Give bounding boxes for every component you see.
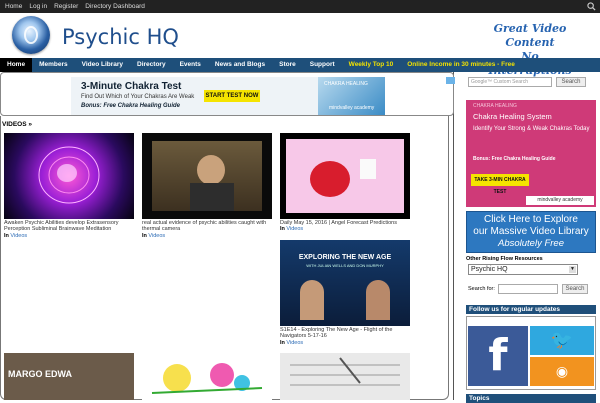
ad-brand: mindvalley academy <box>329 105 375 111</box>
video-card[interactable] <box>280 353 410 400</box>
main-nav: Home Members Video Library Directory Eve… <box>0 58 600 72</box>
video-card[interactable]: EXPLORING THE NEW AGE WITH JULIAN WELLS … <box>280 240 410 346</box>
cartoon-image <box>151 363 263 394</box>
video-thumbnail[interactable] <box>280 133 410 219</box>
nav-item-home[interactable]: Home <box>0 58 33 72</box>
ad2-line2: our Massive Video Library <box>473 226 589 237</box>
rss-icon[interactable]: ◉ <box>530 357 594 386</box>
ad-subtitle: Find Out Which of Your Chakras Are Weak <box>81 94 195 100</box>
search-for-button[interactable]: Search <box>562 284 588 294</box>
nav-item-news-blogs[interactable]: News and Blogs <box>208 58 272 72</box>
custom-search-button[interactable]: Search <box>556 77 586 87</box>
host-right-image <box>366 280 390 320</box>
in-label: In <box>280 339 285 346</box>
video-card[interactable] <box>142 353 272 400</box>
videos-heading[interactable]: VIDEOS » <box>2 121 32 128</box>
brain-image <box>38 146 100 204</box>
search-for-input[interactable] <box>498 284 558 294</box>
video-category-link[interactable]: Videos <box>10 233 27 239</box>
video-card[interactable]: Daily May 15, 2016 | Angel Forecast Pred… <box>280 133 410 233</box>
nav-item-directory[interactable]: Directory <box>130 58 173 72</box>
ad-close-icon[interactable] <box>446 77 455 84</box>
ad2-line1: Click Here to Explore <box>484 214 578 225</box>
ad-start-test-button[interactable]: START TEST NOW <box>204 90 260 102</box>
video-thumbnail[interactable] <box>4 133 134 219</box>
nav-item-events[interactable]: Events <box>173 58 208 72</box>
resources-select-value: Psychic HQ <box>471 266 508 273</box>
thumb-subtitle: WITH JULIAN WELLS AND DON MURPHY <box>306 263 384 268</box>
video-thumbnail[interactable] <box>280 353 410 400</box>
tagline-line1: Great Video Content <box>493 22 567 49</box>
video-thumbnail[interactable] <box>142 133 272 219</box>
ad1-brand-small: CHAKRA HEALING <box>473 103 517 109</box>
in-label: In <box>4 232 9 239</box>
chevron-down-icon[interactable]: ▼ <box>569 266 576 273</box>
top-ad-banner[interactable]: 3-Minute Chakra Test Find Out Which of Y… <box>71 77 455 115</box>
ad1-test-button[interactable]: TAKE 3-MIN CHAKRA TEST <box>471 174 529 195</box>
person-body-image <box>190 183 234 211</box>
nav-item-store[interactable]: Store <box>272 58 303 72</box>
video-category-link[interactable]: Videos <box>286 340 303 346</box>
follow-us-heading: Follow us for regular updates <box>466 305 596 314</box>
video-thumbnail[interactable]: MARGO EDWA <box>4 353 134 400</box>
white-object-image <box>360 159 376 179</box>
top-bar: Home Log in Register Directory Dashboard <box>0 0 600 13</box>
video-thumbnail[interactable] <box>142 353 272 400</box>
host-left-image <box>300 280 324 320</box>
ad-title: 3-Minute Chakra Test <box>81 81 182 92</box>
red-object-image <box>310 161 350 197</box>
video-card[interactable]: Awaken Psychic Abilities develop Extrase… <box>4 133 134 239</box>
ad1-brand: mindvalley academy <box>526 196 594 205</box>
ad1-subtitle: Identify Your Strong & Weak Chakras Toda… <box>473 126 590 132</box>
topbar-link-dashboard[interactable]: Directory Dashboard <box>85 3 145 10</box>
site-title[interactable]: Psychic HQ <box>62 25 179 49</box>
top-ad-container: 3-Minute Chakra Test Find Out Which of Y… <box>0 72 455 116</box>
topics-heading: Topics <box>466 394 596 403</box>
resources-select[interactable]: Psychic HQ ▼ <box>468 264 578 275</box>
video-title[interactable]: real actual evidence of psychic abilitie… <box>142 220 272 233</box>
other-resources-label: Other Rising Flow Resources <box>466 256 543 262</box>
video-title[interactable]: S1E14 - Exploring The New Age - Flight o… <box>280 327 410 340</box>
ad1-title: Chakra Healing System <box>473 112 552 121</box>
ad2-line3: Absolutely Free <box>497 238 564 249</box>
nav-item-video-library[interactable]: Video Library <box>75 58 130 72</box>
facebook-icon[interactable]: f <box>468 326 528 386</box>
person-face-image <box>197 155 225 185</box>
nav-item-weekly-top10[interactable]: Weekly Top 10 <box>342 58 401 72</box>
ad-bonus: Bonus: Free Chakra Healing Guide <box>81 103 181 109</box>
ad-brand-small: CHAKRA HEALING <box>324 81 368 87</box>
video-card[interactable]: real actual evidence of psychic abilitie… <box>142 133 272 239</box>
sidebar: Google™ Custom Search Search CHAKRA HEAL… <box>466 72 600 403</box>
social-icons: f 🐦 ◉ <box>466 316 596 390</box>
search-icon[interactable] <box>587 2 596 11</box>
nav-item-online-income[interactable]: Online Income in 30 minutes - Free <box>400 58 522 72</box>
in-label: In <box>142 232 147 239</box>
custom-search-input[interactable]: Google™ Custom Search <box>468 77 552 87</box>
in-label: In <box>280 226 285 232</box>
site-logo[interactable] <box>12 16 50 54</box>
chakra-ad[interactable]: CHAKRA HEALING Chakra Healing System Ide… <box>466 100 596 207</box>
thumb-title: EXPLORING THE NEW AGE <box>298 254 392 261</box>
topbar-link-home[interactable]: Home <box>5 3 22 10</box>
main-content: 3-Minute Chakra Test Find Out Which of Y… <box>0 72 455 400</box>
video-library-ad[interactable]: Click Here to Explore our Massive Video … <box>466 211 596 253</box>
ad1-bonus: Bonus: Free Chakra Healing Guide <box>473 156 556 162</box>
site-header: Psychic HQ Great Video Content No Interr… <box>0 13 600 77</box>
topbar-link-login[interactable]: Log in <box>29 3 47 10</box>
logo-ring-icon <box>24 26 38 44</box>
nav-item-members[interactable]: Members <box>32 58 75 72</box>
paper-image <box>290 357 400 386</box>
twitter-icon[interactable]: 🐦 <box>530 326 594 355</box>
nav-item-support[interactable]: Support <box>303 58 342 72</box>
thumb-text: MARGO EDWA <box>8 369 72 379</box>
video-title[interactable]: Awaken Psychic Abilities develop Extrase… <box>4 220 134 233</box>
video-thumbnail[interactable]: EXPLORING THE NEW AGE WITH JULIAN WELLS … <box>280 240 410 326</box>
search-for-label: Search for: <box>468 286 495 292</box>
topbar-link-register[interactable]: Register <box>54 3 78 10</box>
video-card[interactable]: MARGO EDWA <box>4 353 134 400</box>
video-category-link[interactable]: Videos <box>286 226 303 232</box>
video-category-link[interactable]: Videos <box>148 233 165 239</box>
